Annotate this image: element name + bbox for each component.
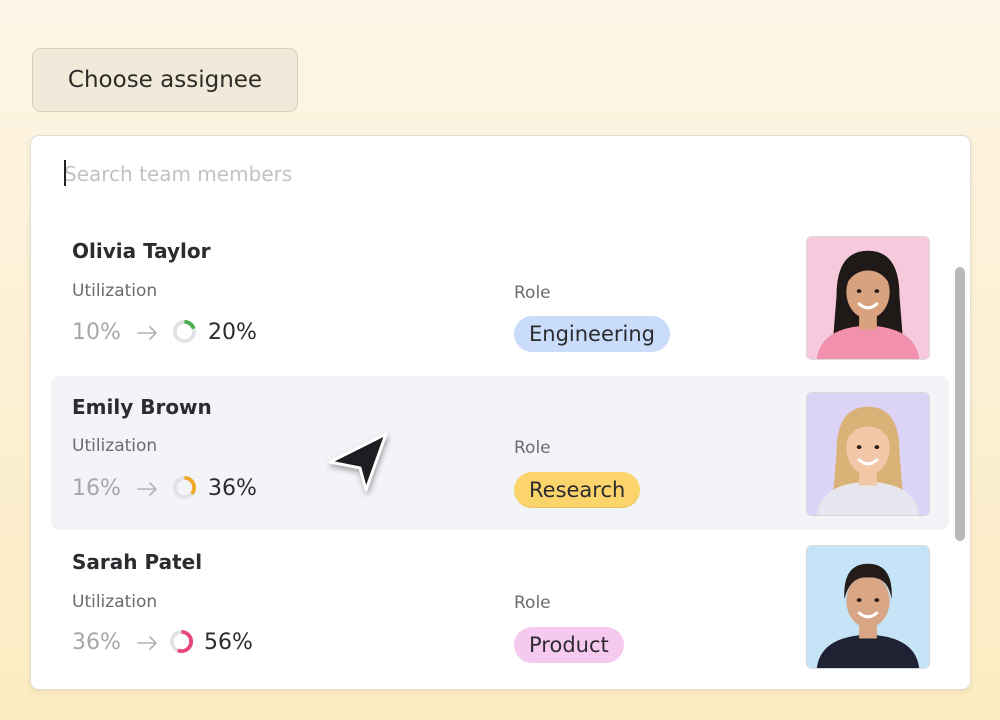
assignee-dropdown-panel: Olivia Taylor Utilization 10% 20% Role E…: [30, 135, 971, 690]
role-label: Role: [514, 283, 551, 303]
utilization-to: 56%: [204, 630, 253, 655]
utilization-to: 20%: [208, 320, 257, 345]
arrow-right-icon: [137, 326, 157, 340]
utilization-from: 10%: [72, 320, 121, 345]
role-badge: Research: [514, 472, 641, 508]
utilization-donut-icon: [172, 319, 197, 344]
utilization-to: 36%: [208, 476, 257, 501]
role-label: Role: [514, 593, 551, 613]
woman-portrait-icon: [807, 546, 929, 668]
member-name: Emily Brown: [72, 395, 212, 419]
utilization-label: Utilization: [72, 436, 158, 456]
arrow-right-icon: [137, 636, 157, 650]
choose-assignee-button[interactable]: Choose assignee: [32, 48, 298, 112]
arrow-right-icon: [137, 482, 157, 496]
role-badge: Engineering: [514, 316, 670, 352]
utilization-label: Utilization: [72, 592, 158, 612]
woman-portrait-icon: [807, 393, 929, 515]
avatar: [806, 545, 930, 669]
member-name: Olivia Taylor: [72, 239, 211, 263]
role-badge: Product: [514, 627, 624, 663]
role-label: Role: [514, 438, 551, 458]
woman-portrait-icon: [807, 237, 929, 359]
utilization-donut-icon: [169, 629, 194, 654]
utilization-from: 36%: [72, 630, 121, 655]
member-list: Olivia Taylor Utilization 10% 20% Role E…: [31, 136, 970, 689]
utilization-label: Utilization: [72, 281, 158, 301]
utilization-donut-icon: [172, 475, 197, 500]
scrollbar[interactable]: [955, 267, 965, 541]
avatar: [806, 236, 930, 360]
member-name: Sarah Patel: [72, 550, 203, 574]
utilization-from: 16%: [72, 476, 121, 501]
avatar: [806, 392, 930, 516]
